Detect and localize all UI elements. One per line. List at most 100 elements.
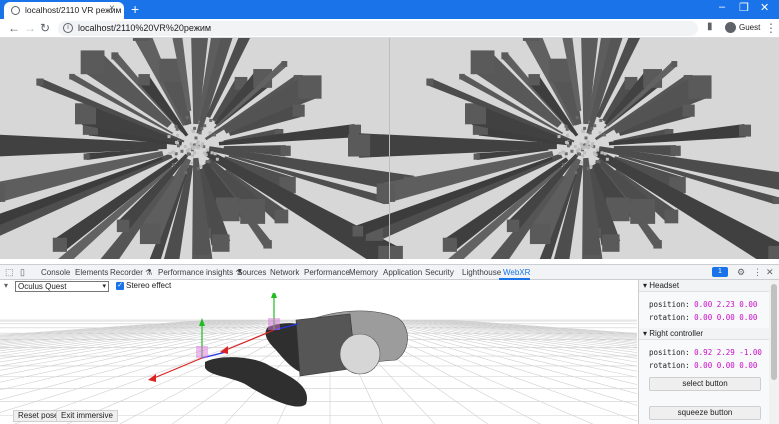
reload-icon[interactable]: ↻ <box>40 21 50 35</box>
scene-block-far <box>599 118 603 122</box>
browser-tab[interactable]: localhost/2110 VR режим × <box>4 2 124 19</box>
scene-block-cap <box>470 50 495 75</box>
scene-block-far <box>581 154 585 158</box>
controller-position-value[interactable]: 0.92 2.29 -1.00 <box>694 348 762 357</box>
scene-block-far <box>596 148 600 152</box>
scene-block-cap <box>80 50 105 75</box>
scene-block-far <box>200 144 204 148</box>
more-icon[interactable]: ⋮ <box>765 21 777 35</box>
tab-elements[interactable]: Elements <box>75 268 108 277</box>
device-select[interactable]: Oculus Quest ▾ <box>15 281 109 292</box>
grid-line <box>0 319 219 337</box>
scene-block-far <box>203 124 207 128</box>
devtools-tabbar: ⬚ ▯ Console Elements Recorder ⚗ Performa… <box>0 264 779 280</box>
scene-block-far <box>192 130 196 134</box>
scene-block-far <box>576 149 580 153</box>
scene-block-far <box>570 149 574 153</box>
chevron-down-icon: ▾ <box>102 283 106 290</box>
scene-block-far <box>193 126 197 130</box>
vr-stereo-viewport <box>0 38 779 259</box>
scrollbar-thumb[interactable] <box>771 284 777 380</box>
tab-memory[interactable]: Memory <box>349 268 378 277</box>
tab-console[interactable]: Console <box>41 268 70 277</box>
more-icon[interactable]: ⋮ <box>753 267 762 278</box>
gear-icon[interactable]: ⚙ <box>737 267 745 278</box>
scene-block-cap <box>682 104 695 117</box>
scene-block-far <box>190 161 194 165</box>
panel-scrollbar[interactable] <box>769 280 779 424</box>
scene-block-far <box>565 127 569 131</box>
scene-block-far <box>590 127 594 131</box>
scene-block-far <box>186 152 190 156</box>
close-tab-icon[interactable]: × <box>109 3 115 14</box>
scene-block-far <box>209 118 213 122</box>
eye-divider <box>389 38 390 259</box>
back-icon[interactable]: ← <box>8 21 20 35</box>
scene-block-cap <box>280 145 291 156</box>
scene-block-far <box>210 151 214 155</box>
scene-block-far <box>199 164 203 168</box>
right-controller-section-header[interactable]: ▾ Right controller <box>639 328 770 340</box>
tab-lighthouse[interactable]: Lighthouse <box>462 268 501 277</box>
scene-block-cap <box>281 61 288 67</box>
scene-block-far <box>589 164 593 168</box>
headset-position-label: position: <box>649 300 690 309</box>
scene-block-cap <box>653 240 662 249</box>
tab-security[interactable]: Security <box>425 268 454 277</box>
scene-block-cap <box>138 74 150 86</box>
new-tab-button[interactable]: + <box>131 1 139 17</box>
inspect-icon[interactable]: ⬚ <box>5 267 14 278</box>
grid-line <box>369 319 637 378</box>
scene-block-far <box>605 157 609 161</box>
scene-block-cap <box>664 209 679 224</box>
headset-position: position: 0.00 2.23 0.00 <box>649 300 757 309</box>
tab-webxr[interactable]: WebXR <box>503 268 530 277</box>
scene-block-far <box>193 151 197 155</box>
minimize-icon[interactable]: – <box>719 1 725 13</box>
select-button[interactable]: select button <box>649 377 761 391</box>
address-bar[interactable]: i localhost/2110%20VR%20режим <box>58 21 698 36</box>
headset-position-value[interactable]: 0.00 2.23 0.00 <box>694 300 757 309</box>
tab-network[interactable]: Network <box>270 268 299 277</box>
scene-block-far <box>191 146 195 150</box>
scene-block-far <box>582 130 586 134</box>
restore-icon[interactable]: ❐ <box>739 1 749 14</box>
tab-application[interactable]: Application <box>383 268 422 277</box>
scene-block-cap <box>772 197 779 205</box>
tab-strip: localhost/2110 VR режим × + – ❐ ✕ <box>0 0 779 19</box>
close-icon[interactable]: ✕ <box>766 267 774 278</box>
scene-block-far <box>200 127 204 131</box>
forward-icon[interactable]: → <box>24 21 36 35</box>
webxr-emulator-canvas[interactable]: ▾ Oculus Quest ▾ ✓ Stereo effect <box>0 280 637 424</box>
scene-block-far <box>212 133 216 137</box>
scene-block-far <box>562 150 566 154</box>
scene-block-far <box>168 152 172 156</box>
headset-rotation-value[interactable]: 0.00 0.00 0.00 <box>694 313 757 322</box>
side-panel-icon[interactable]: ▮ <box>707 21 713 32</box>
controller-position: position: 0.92 2.29 -1.00 <box>649 348 762 357</box>
controller-rotation-value[interactable]: 0.00 0.00 0.00 <box>694 361 757 370</box>
device-toggle-icon[interactable]: ▯ <box>20 267 25 278</box>
scene-block-far <box>186 149 190 153</box>
scene-block-far <box>198 131 202 135</box>
issues-badge[interactable]: 1 <box>712 267 728 277</box>
scene-block-far <box>593 124 597 128</box>
tab-performance[interactable]: Performance <box>304 268 350 277</box>
info-icon[interactable]: i <box>63 23 73 33</box>
scene-block-far <box>576 152 580 156</box>
close-window-icon[interactable]: ✕ <box>760 1 769 14</box>
scene-block-far <box>598 131 602 135</box>
collapse-icon[interactable]: ▾ <box>4 281 8 290</box>
tab-recorder[interactable]: Recorder ⚗ <box>110 268 152 277</box>
tab-performance-insights[interactable]: Performance insights ⚗ <box>158 268 243 277</box>
scene-block-far <box>204 153 208 157</box>
scene-block-cap <box>528 74 540 86</box>
tab-sources[interactable]: Sources <box>237 268 266 277</box>
headset-section-header[interactable]: ▾ Headset <box>639 280 770 292</box>
scene-block-far <box>562 163 566 167</box>
exit-immersive-button[interactable]: Exit immersive <box>56 410 119 422</box>
scene-block-cap <box>670 145 681 156</box>
squeeze-button[interactable]: squeeze button <box>649 406 761 420</box>
scene-block-cap <box>768 245 779 259</box>
stereo-effect-checkbox[interactable]: ✓ <box>116 282 124 290</box>
